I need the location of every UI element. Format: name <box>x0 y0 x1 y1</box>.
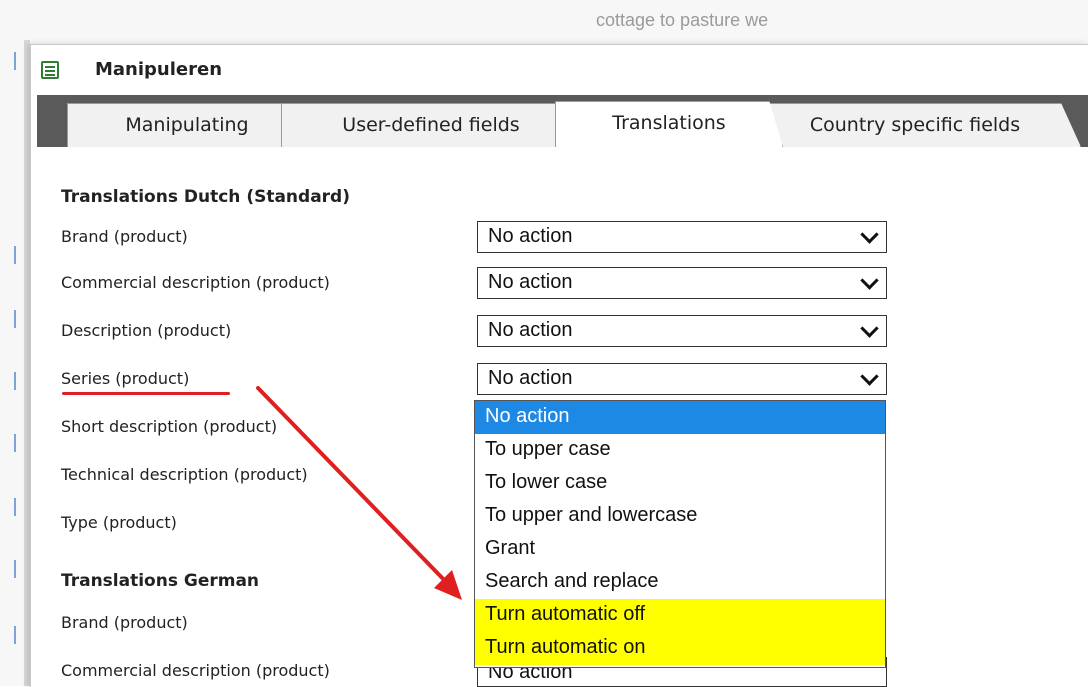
annotation-arrow <box>256 386 462 600</box>
